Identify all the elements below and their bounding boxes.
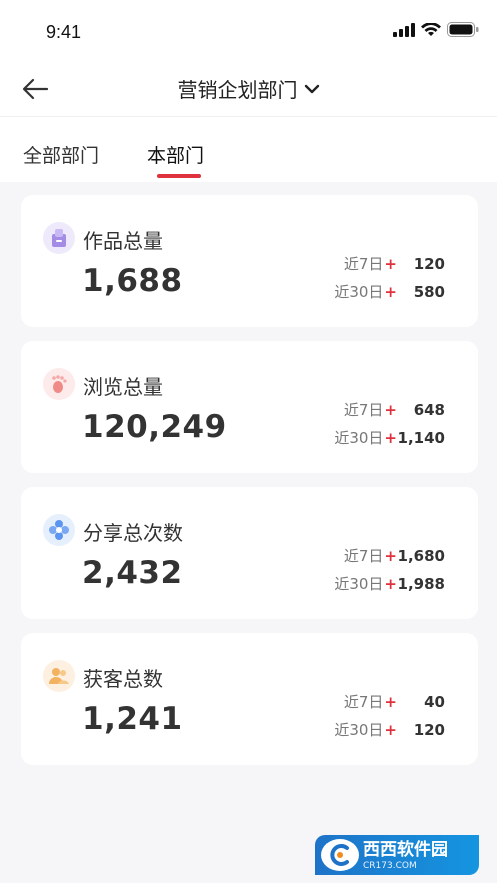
stat-value: 1,680 — [397, 546, 445, 565]
status-time: 9:41 — [46, 22, 82, 42]
chevron-down-icon — [304, 84, 319, 93]
stat-value: 1,140 — [397, 428, 445, 447]
battery-icon — [447, 22, 479, 37]
stat-card-customers[interactable]: 获客总数 1,241 近7日 + 40 近30日 + 120 — [21, 633, 478, 765]
card-total: 1,241 — [82, 701, 183, 737]
stat-label: 近30日 — [334, 429, 384, 447]
share-icon — [43, 514, 75, 546]
stat-label: 近7日 — [343, 255, 384, 273]
department-selector[interactable]: 营销企划部门 — [0, 74, 497, 103]
stat-value: 40 — [424, 692, 445, 711]
footprint-icon — [43, 368, 75, 400]
stat-label: 近30日 — [334, 721, 384, 739]
card-title: 作品总量 — [83, 229, 163, 253]
stat-label: 近7日 — [343, 547, 384, 565]
watermark-text: 西西软件园 — [363, 839, 448, 860]
tab-all-departments[interactable]: 全部部门 — [23, 141, 99, 168]
stat-value: 580 — [413, 282, 445, 301]
page-title: 营销企划部门 — [177, 78, 298, 102]
card-total: 2,432 — [82, 555, 183, 591]
card-title: 分享总次数 — [83, 521, 183, 545]
stat-row-7d: 近7日 + 120 — [344, 253, 445, 274]
stat-row-30d: 近30日 + 1,140 — [334, 427, 445, 448]
card-title: 获客总数 — [83, 667, 163, 691]
stat-row-7d: 近7日 + 40 — [344, 691, 445, 712]
status-icons — [393, 22, 479, 37]
card-total: 1,688 — [82, 263, 183, 299]
stat-label: 近7日 — [343, 401, 384, 419]
customers-icon — [43, 660, 75, 692]
stat-value: 120 — [413, 720, 445, 739]
card-total: 120,249 — [82, 409, 227, 445]
watermark-logo-icon — [321, 839, 359, 871]
watermark-sub: CR173.COM — [363, 860, 417, 871]
stat-card-views[interactable]: 浏览总量 120,249 近7日 + 648 近30日 + 1,140 — [21, 341, 478, 473]
stat-row-30d: 近30日 + 1,988 — [334, 573, 445, 594]
wifi-icon — [421, 22, 441, 36]
stat-value: 120 — [413, 254, 445, 273]
stat-row-30d: 近30日 + 120 — [334, 719, 445, 740]
plus-sign: + — [384, 546, 397, 565]
card-title: 浏览总量 — [83, 375, 163, 399]
nav-bar: 营销企划部门 — [0, 64, 497, 116]
plus-sign: + — [384, 692, 397, 711]
plus-sign: + — [384, 282, 397, 301]
works-icon — [43, 222, 75, 254]
stat-label: 近30日 — [334, 575, 384, 593]
stat-card-shares[interactable]: 分享总次数 2,432 近7日 + 1,680 近30日 + 1,988 — [21, 487, 478, 619]
plus-sign: + — [384, 428, 397, 447]
tab-bar: 全部部门 本部门 — [0, 116, 497, 182]
stat-value: 648 — [413, 400, 445, 419]
watermark-text-block: 西西软件园 CR173.COM — [363, 840, 448, 871]
stat-row-7d: 近7日 + 648 — [344, 399, 445, 420]
plus-sign: + — [384, 400, 397, 419]
watermark: 西西软件园 CR173.COM — [315, 835, 479, 875]
stat-label: 近7日 — [343, 693, 384, 711]
status-bar: 9:41 — [0, 0, 497, 64]
signal-icon — [393, 22, 415, 37]
stat-value: 1,988 — [397, 574, 445, 593]
plus-sign: + — [384, 254, 397, 273]
plus-sign: + — [384, 574, 397, 593]
stat-row-7d: 近7日 + 1,680 — [344, 545, 445, 566]
stat-row-30d: 近30日 + 580 — [334, 281, 445, 302]
plus-sign: + — [384, 720, 397, 739]
active-tab-indicator — [157, 174, 201, 178]
stat-card-works[interactable]: 作品总量 1,688 近7日 + 120 近30日 + 580 — [21, 195, 478, 327]
tab-my-department[interactable]: 本部门 — [147, 141, 204, 168]
stat-label: 近30日 — [334, 283, 384, 301]
